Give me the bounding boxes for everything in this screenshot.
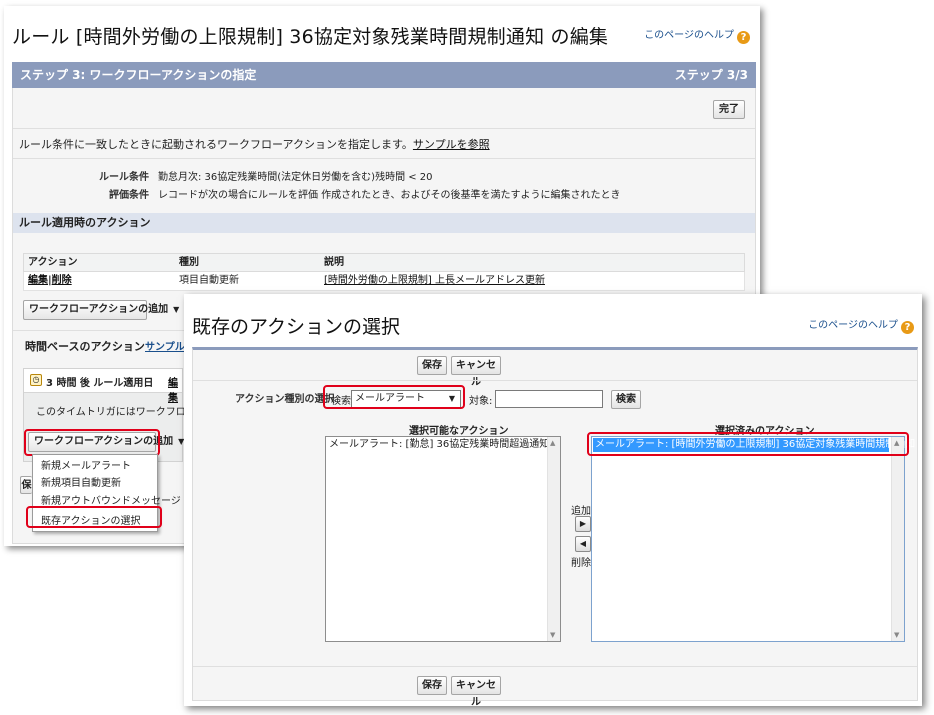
description-line: ルール条件に一致したときに起動されるワークフローアクションを指定します。サンプル… — [19, 136, 490, 152]
partial-save-button[interactable]: 保 — [20, 476, 32, 494]
table-row: 編集|削除 項目自動更新 [時間外労働の上限規制] 上長メールアドレス更新 — [23, 272, 745, 291]
select-existing-action-window: 既存のアクションの選択 このページのヘルプ? 保存 キャンセル アクション種別の… — [184, 294, 922, 708]
action-type-label: アクション種別の選択 — [235, 394, 335, 405]
step-title: ステップ 3: ワークフローアクションの指定 — [20, 68, 257, 82]
help-icon: ? — [901, 321, 914, 334]
cancel-button-bottom[interactable]: キャンセル — [451, 676, 501, 708]
target-label: 対象: — [469, 396, 493, 407]
description-text: ルール条件に一致したときに起動されるワークフローアクションを指定します。 — [19, 138, 413, 151]
add-arrow-button[interactable]: ▶ — [575, 516, 591, 532]
actions-table-header: アクション 種別 説明 — [23, 253, 745, 272]
rule-condition-label: ルール条件 — [99, 172, 149, 183]
remove-arrow-button[interactable]: ◀ — [575, 536, 591, 552]
caret-down-icon: ▼ — [173, 305, 180, 314]
highlight-box — [323, 385, 465, 409]
scroll-up-icon[interactable]: ▲ — [550, 439, 555, 447]
available-actions-list[interactable]: メールアラート: [勤怠] 36協定残業時間超過通知 ▲ ▼ — [325, 436, 561, 642]
add-workflow-action-button[interactable]: ワークフローアクションの追加 ▼ — [23, 300, 179, 320]
menu-item-new-outbound-message[interactable]: 新規アウトバウンドメッセージ — [41, 492, 181, 507]
dialog-title: 既存のアクションの選択 — [192, 316, 401, 338]
trigger-title: 3 時間 後 ルール適用日 — [46, 378, 154, 389]
eval-condition-value: レコードが次の場合にルールを評価 作成されたとき、およびその後基準を満たすように… — [158, 190, 621, 201]
list-item[interactable]: メールアラート: [勤怠] 36協定残業時間超過通知 — [327, 438, 549, 452]
scrollbar[interactable]: ▲ ▼ — [891, 437, 904, 641]
rule-condition-value: 勤怠月次: 36協定残業時間(法定休日労働を含む)残時間 < 20 — [158, 172, 433, 183]
help-link[interactable]: このページのヘルプ? — [644, 26, 750, 44]
help-link-label: このページのヘルプ — [644, 30, 734, 41]
edit-link[interactable]: 編集 — [28, 275, 48, 286]
add-workflow-action-label: ワークフローアクションの追加 — [29, 304, 169, 315]
scroll-down-icon[interactable]: ▼ — [550, 631, 555, 639]
scrollbar[interactable]: ▲ ▼ — [547, 437, 560, 641]
row-type: 項目自動更新 — [179, 275, 239, 286]
done-button[interactable]: 完了 — [713, 100, 745, 119]
help-icon: ? — [737, 31, 750, 44]
trigger-edit-link[interactable]: 編集 — [168, 374, 182, 404]
target-input[interactable] — [495, 390, 603, 408]
col-type: 種別 — [179, 257, 199, 268]
save-button-bottom[interactable]: 保存 — [417, 676, 447, 695]
eval-condition-label: 評価条件 — [109, 190, 149, 201]
sample-link[interactable]: サンプルを参照 — [413, 138, 490, 151]
divider — [193, 666, 917, 667]
menu-item-new-field-update[interactable]: 新規項目自動更新 — [41, 474, 121, 489]
highlight-box — [26, 506, 162, 528]
arrow-right-icon: ▶ — [579, 519, 587, 528]
page-title: ルール [時間外労働の上限規制] 36協定対象残業時間規制通知 の編集 — [12, 26, 609, 48]
help-link-label: このページのヘルプ — [808, 320, 898, 331]
row-description-link[interactable]: [時間外労働の上限規制] 上長メールアドレス更新 — [324, 272, 545, 290]
immediate-actions-header: ルール適用時のアクション — [13, 213, 755, 233]
available-actions-title: 選択可能なアクション — [409, 426, 509, 437]
divider — [13, 158, 755, 159]
dialog-panel: 保存 キャンセル アクション種別の選択 検索: メールアラート ▼ 対象: 検索… — [192, 347, 918, 708]
divider — [13, 128, 755, 129]
scroll-down-icon[interactable]: ▼ — [894, 631, 899, 639]
cancel-button[interactable]: キャンセル — [451, 356, 501, 388]
arrow-left-icon: ◀ — [579, 539, 587, 548]
highlight-box — [24, 429, 160, 456]
col-description: 説明 — [324, 257, 344, 268]
time-trigger-header: ◷ 3 時間 後 ルール適用日 編集 — [24, 369, 182, 404]
remove-label: 削除 — [571, 558, 591, 569]
selected-actions-list[interactable]: メールアラート: [時間外労働の上限規制] 36協定対象残業時間規制通知 ▲ ▼ — [591, 436, 915, 642]
col-action: アクション — [28, 257, 78, 268]
search-button[interactable]: 検索 — [611, 390, 641, 409]
delete-link[interactable]: 削除 — [52, 275, 72, 286]
clock-icon: ◷ — [30, 374, 42, 386]
help-link[interactable]: このページのヘルプ? — [808, 316, 914, 334]
divider — [193, 380, 917, 381]
screenshot-stage: ルール [時間外労働の上限規制] 36協定対象残業時間規制通知 の編集 このペー… — [0, 0, 934, 715]
step-header: ステップ 3: ワークフローアクションの指定 ステップ 3/3 — [12, 62, 756, 88]
menu-item-new-email-alert[interactable]: 新規メールアラート — [41, 457, 131, 472]
save-button[interactable]: 保存 — [417, 356, 447, 375]
step-counter: ステップ 3/3 — [674, 68, 748, 82]
time-actions-header: 時間ベースのアクション — [25, 340, 145, 353]
highlight-box — [587, 432, 909, 456]
row-actions: 編集|削除 — [28, 272, 72, 290]
add-label: 追加 — [571, 506, 591, 517]
